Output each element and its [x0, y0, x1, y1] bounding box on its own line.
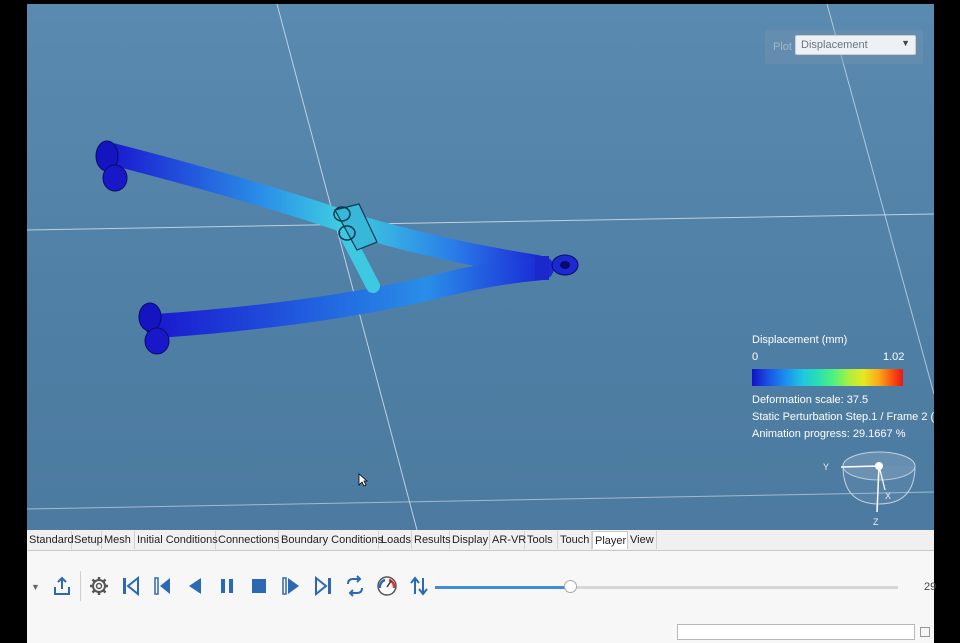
mouse-cursor-icon [358, 473, 368, 487]
tab-player[interactable]: Player [592, 531, 628, 549]
tab-setup[interactable]: Setup [72, 531, 103, 549]
tab-connections[interactable]: Connections [216, 531, 279, 549]
swap-icon[interactable] [408, 575, 430, 597]
legend-color-bar [752, 369, 903, 386]
toolbar-overflow-chevron-icon[interactable]: ▼ [31, 582, 40, 592]
animation-slider-fill [435, 586, 571, 589]
speed-icon[interactable] [376, 575, 398, 597]
tab-view[interactable]: View [628, 531, 657, 549]
plot-dropdown[interactable]: Displacement ▼ [795, 35, 916, 55]
tab-boundary-conditions[interactable]: Boundary Conditions [279, 531, 383, 549]
last-frame-icon[interactable] [312, 575, 334, 597]
pause-icon[interactable] [216, 575, 238, 597]
tab-ar-vr[interactable]: AR-VR [490, 531, 526, 549]
step-frame-text: Static Perturbation Step.1 / Frame 2 (0) [752, 411, 934, 423]
legend-max: 1.02 [883, 351, 905, 363]
loop-icon[interactable] [344, 575, 366, 597]
3d-viewport[interactable]: Plot Displacement ▼ Displacement (mm) 0 … [27, 4, 934, 530]
tab-mesh[interactable]: Mesh [102, 531, 135, 549]
animation-slider-thumb[interactable] [564, 580, 578, 593]
triad-x-label: X [885, 491, 891, 501]
right-border [934, 0, 960, 643]
animation-progress-text: Animation progress: 29.1667 % [752, 428, 906, 440]
stop-icon[interactable] [248, 575, 270, 597]
left-border [0, 0, 27, 643]
settings-icon[interactable] [88, 575, 110, 597]
triad-z-label: Z [873, 517, 879, 527]
upper-arm [101, 143, 548, 277]
plot-label: Plot [773, 41, 792, 53]
toolbar-separator [80, 571, 81, 601]
export-icon[interactable] [51, 575, 73, 597]
plot-dropdown-value: Displacement [801, 39, 868, 51]
first-frame-icon[interactable] [120, 575, 142, 597]
plot-selector-panel: Plot Displacement ▼ [765, 30, 923, 64]
status-square-icon[interactable] [920, 627, 930, 637]
tab-standard[interactable]: Standard [27, 531, 74, 549]
frame-number: 29 [924, 581, 937, 593]
tab-touch[interactable]: Touch [558, 531, 592, 549]
player-toolbar: ▼ 29 [27, 551, 937, 624]
triad-y-label: Y [823, 462, 829, 472]
legend-min: 0 [752, 351, 759, 363]
previous-frame-icon[interactable] [152, 575, 174, 597]
tab-display[interactable]: Display [450, 531, 490, 549]
model-scene [27, 4, 934, 530]
animation-slider-track[interactable] [435, 586, 898, 589]
tab-loads[interactable]: Loads [379, 531, 412, 549]
tab-tools[interactable]: Tools [525, 531, 558, 549]
play-forward-icon[interactable] [280, 575, 302, 597]
legend-title: Displacement (mm) [752, 334, 848, 346]
play-backward-icon[interactable] [184, 575, 206, 597]
ribbon-tabs: Standard Setup Mesh Initial Conditions Conne… [27, 530, 934, 551]
command-input[interactable] [677, 624, 915, 640]
status-bar [27, 624, 934, 643]
deformation-scale-text: Deformation scale: 37.5 [752, 394, 869, 406]
chevron-down-icon: ▼ [901, 38, 910, 48]
tab-initial-conditions[interactable]: Initial Conditions [135, 531, 218, 549]
axis-triad[interactable]: Y X Z [817, 442, 927, 530]
tab-results[interactable]: Results [412, 531, 451, 549]
